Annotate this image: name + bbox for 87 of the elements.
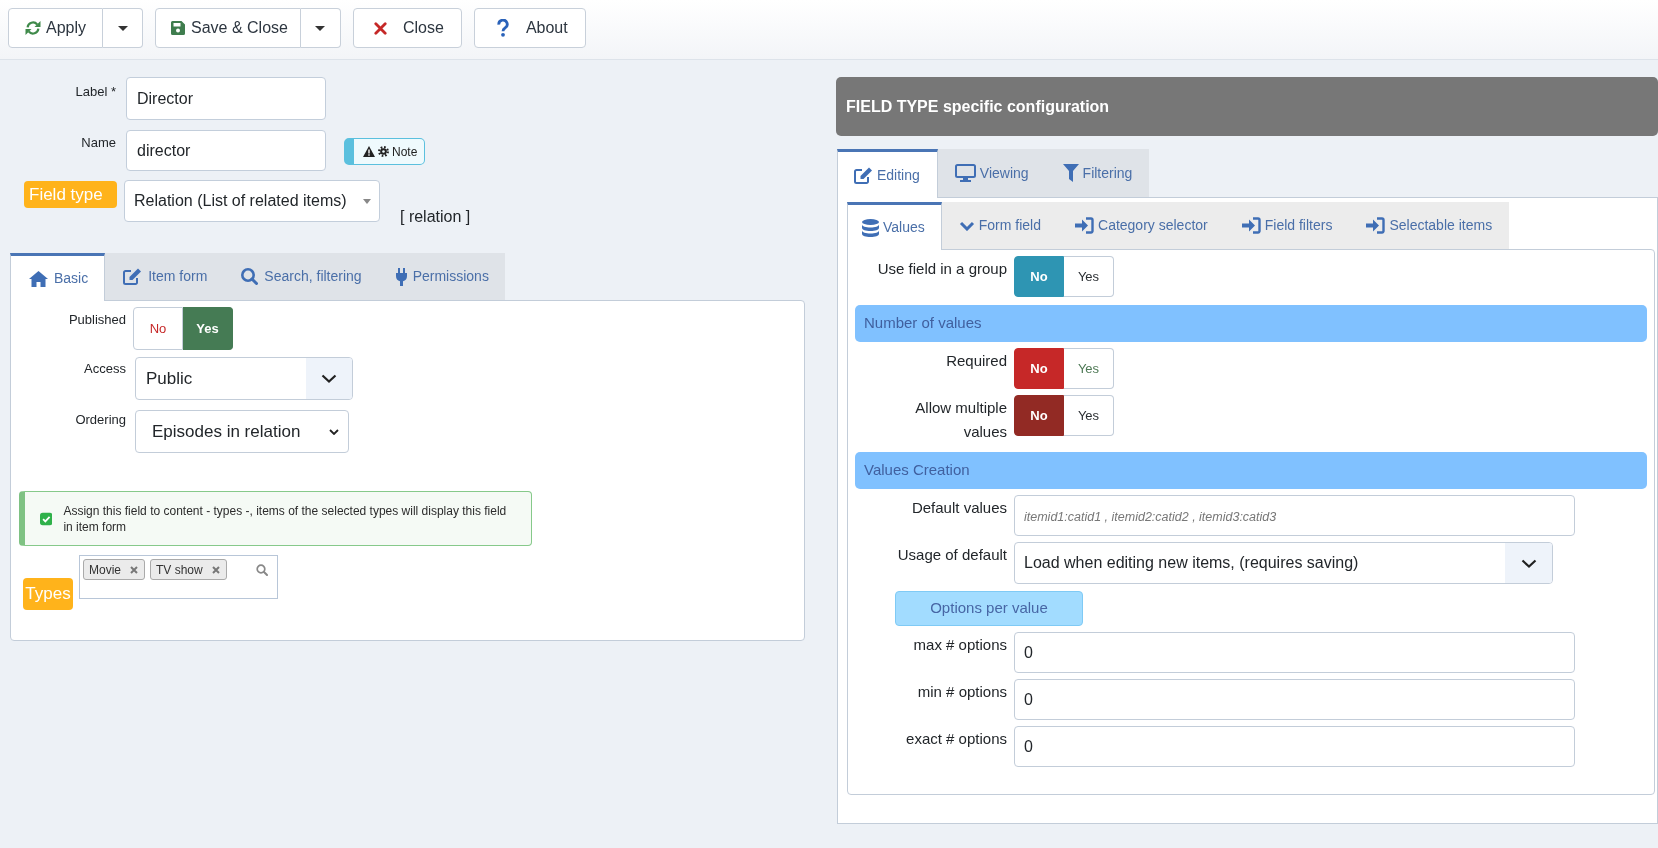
tag[interactable]: Movie (83, 559, 145, 580)
alert-text: Assign this field to content - types -, items of the selected types will display this field in item form (63, 502, 508, 535)
toggle-option[interactable]: No (1014, 395, 1064, 436)
field-label: Allow multiple values (914, 398, 1007, 442)
close-icon (373, 21, 387, 35)
toggle-option[interactable]: No (1014, 348, 1064, 389)
search-icon (256, 564, 268, 576)
tab[interactable]: Form field (941, 202, 1058, 249)
apply-button[interactable]: Apply (8, 8, 104, 48)
gear-icon (378, 146, 389, 157)
text-input[interactable]: itemid1:catid1 , itemid2:catid2 , itemid3:catid3 (1014, 495, 1575, 536)
toggle-option[interactable]: Yes (1064, 256, 1114, 297)
dropdown-toggle[interactable] (103, 8, 144, 48)
text-input[interactable]: 0 (1014, 726, 1575, 767)
section-header: Values Creation (855, 452, 1647, 489)
toggle-option[interactable]: No (133, 307, 183, 350)
chevron-down-icon (1505, 543, 1552, 583)
caret-down-icon (363, 198, 371, 204)
tab[interactable]: Search, filtering (223, 253, 378, 300)
tab[interactable]: Basic (10, 253, 106, 301)
caret-down-icon (315, 25, 326, 31)
text-input[interactable]: Director (126, 77, 326, 120)
remove-icon[interactable] (130, 565, 138, 574)
tab[interactable]: Item form (105, 253, 224, 300)
tag-select-field[interactable]: Movie TV show (79, 555, 278, 599)
question-mark-icon (496, 19, 509, 37)
field-type-code: [ relation ] (400, 207, 471, 227)
tab[interactable]: Selectable items (1349, 202, 1510, 249)
field-label: Published (68, 312, 126, 328)
edit-icon (854, 166, 873, 184)
edit-icon (123, 268, 143, 285)
chevron-down-icon (306, 358, 352, 399)
field-label: Usage of default (897, 545, 1007, 565)
sign-in-icon (1366, 217, 1386, 234)
field-label: max # options (913, 635, 1007, 655)
field-type-select[interactable]: Relation (List of related items) (124, 180, 380, 222)
panel-header: FIELD TYPE specific configuration (836, 77, 1658, 136)
access-select[interactable]: Public (135, 357, 353, 400)
plug-icon (395, 267, 407, 286)
tag[interactable]: TV show (150, 559, 227, 580)
chevron-down-icon (329, 428, 339, 435)
close-button[interactable]: Close (352, 8, 462, 48)
field-label: min # options (917, 682, 1007, 702)
filter-icon (1062, 164, 1079, 182)
text-input[interactable]: 0 (1014, 632, 1575, 673)
text-input[interactable]: director (126, 130, 326, 171)
tab[interactable]: Editing (837, 149, 938, 198)
field-type-label: Field type (24, 181, 117, 208)
dropdown-toggle[interactable] (300, 8, 341, 48)
text-input[interactable]: 0 (1014, 679, 1575, 720)
search-icon (241, 268, 259, 285)
field-label: Default values (911, 498, 1007, 518)
check-icon (40, 511, 53, 526)
toggle-option[interactable]: Yes (1064, 395, 1114, 436)
warning-icon (363, 146, 375, 157)
note-badge[interactable]: Note (344, 138, 426, 165)
tab[interactable]: Category selector (1058, 202, 1225, 249)
subsection-header: Options per value (895, 591, 1083, 626)
ordering-select[interactable]: Episodes in relation (135, 410, 349, 453)
section-header: Number of values (855, 305, 1647, 342)
caret-down-icon (117, 25, 128, 31)
field-label: exact # options (906, 729, 1007, 749)
types-label: Types (23, 578, 73, 610)
remove-icon[interactable] (211, 565, 220, 574)
field-label: Ordering (75, 412, 126, 428)
tab[interactable]: Filtering (1045, 149, 1150, 197)
database-icon (862, 218, 879, 237)
sign-in-icon (1241, 217, 1261, 234)
field-label: Access (84, 361, 126, 377)
tab[interactable]: Permissions (377, 253, 505, 300)
sign-in-icon (1075, 217, 1094, 234)
monitor-icon (954, 164, 976, 182)
chevron-down-icon (958, 220, 975, 231)
save-close-button[interactable]: Save & Close (155, 8, 301, 48)
field-label: Required (946, 351, 1007, 371)
field-label: Name (81, 135, 116, 151)
refresh-icon (25, 20, 41, 36)
toggle-option[interactable]: Yes (183, 307, 233, 350)
toggle-option[interactable]: Yes (1064, 348, 1114, 389)
field-label: Label * (75, 84, 116, 100)
tab[interactable]: Viewing (937, 149, 1046, 197)
field-label: Use field in a group (877, 259, 1007, 279)
tab[interactable]: Field filters (1224, 202, 1350, 249)
tab[interactable]: Values (847, 202, 942, 250)
select-field[interactable]: Load when editing new items, (requires saving) (1014, 542, 1553, 584)
house-icon (29, 270, 48, 287)
about-button[interactable]: About (473, 8, 586, 48)
